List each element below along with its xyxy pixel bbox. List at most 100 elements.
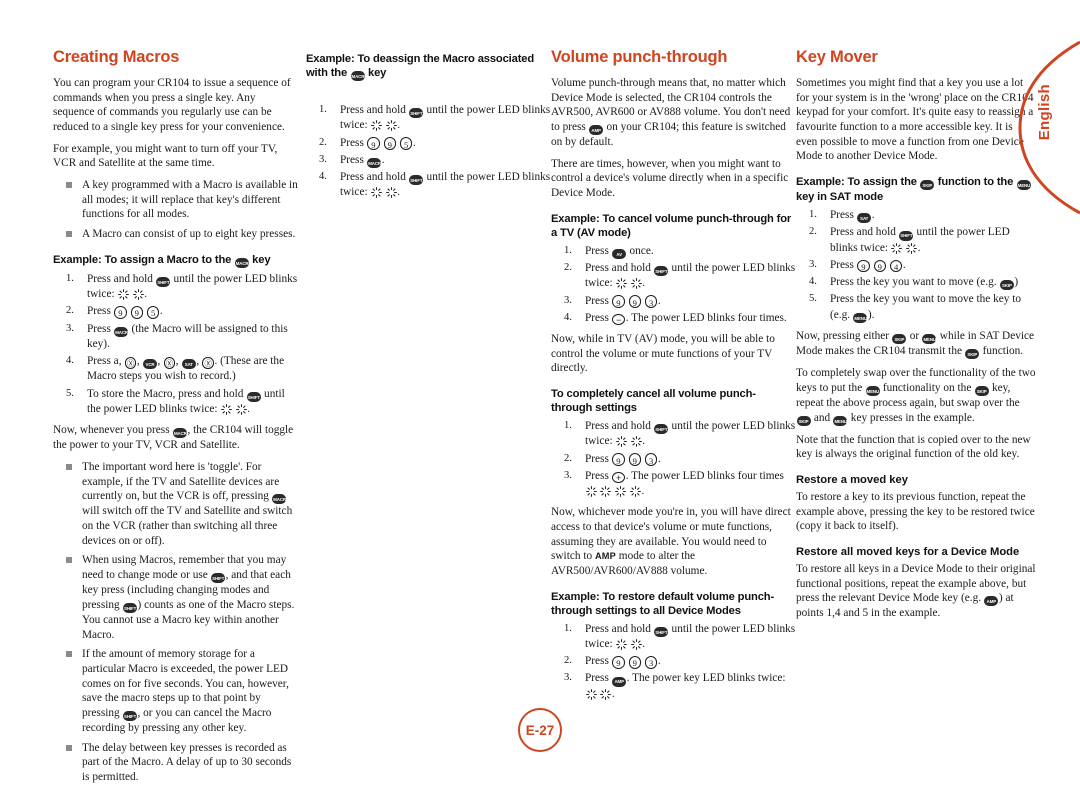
power-key-icon: Ⓧ <box>202 357 214 369</box>
list-item: Press 9 9 3. <box>564 654 661 669</box>
list-item: Press and hold SHIFT until the power LED… <box>66 272 298 301</box>
example-heading-suffix: key <box>252 253 271 266</box>
menu-key-icon: MENU <box>853 312 868 323</box>
digit-9-key-icon: 9 <box>130 306 144 319</box>
digit-9-key-icon: 9 <box>628 453 642 466</box>
list-item: Press 9 9 3. <box>564 452 661 467</box>
example-heading: Example: To restore default volume punch… <box>551 590 775 617</box>
led-blink-icon <box>600 688 612 700</box>
led-blink-icon <box>630 486 641 498</box>
list-item: Press a, Ⓧ, VCR, Ⓧ, SAT, Ⓧ. (These are t… <box>66 354 285 383</box>
list-item: Press 9 9 5. <box>319 136 416 151</box>
example-heading-text: Example: To assign the <box>796 176 917 189</box>
skip-key-icon: SKIP <box>796 415 811 426</box>
list-item: Press AV once. <box>551 244 796 259</box>
led-blink-icon <box>891 242 903 254</box>
list-item: The important word here is 'toggle'. For… <box>53 460 298 548</box>
paragraph: Now, whichever mode you're in, you will … <box>551 505 796 578</box>
amp-key-icon: AMP <box>589 125 604 136</box>
led-blink-icon <box>585 688 597 700</box>
digit-9-key-icon: 9 <box>628 656 642 669</box>
macro-key-icon: MACRO <box>234 257 252 268</box>
led-blink-icon <box>616 639 627 650</box>
example-heading: Example: To assign a Macro to the MACRO … <box>53 253 298 268</box>
vcr-key-icon: VCR <box>143 359 157 370</box>
column-volume-punch-through: Volume punch-through Volume punch-throug… <box>551 48 796 708</box>
list-item: Press 9 9 5. <box>66 304 163 319</box>
numbered-steps: Press and hold SHIFT until the power LED… <box>53 272 298 417</box>
plus-key-icon: + <box>612 472 626 484</box>
paragraph: Note that the function that is copied ov… <box>796 433 1031 461</box>
example-heading-text: key in SAT mode <box>796 191 884 204</box>
list-item: Press SAT. <box>796 208 1036 224</box>
list-item: A key programmed with a Macro is availab… <box>53 178 298 222</box>
example-heading-text: function to the <box>937 176 1014 189</box>
power-key-icon: Ⓧ <box>124 357 137 369</box>
language-tab-label: English <box>1036 84 1053 141</box>
digit-5-key-icon: 5 <box>399 137 413 150</box>
shift-key-icon: SHIFT <box>409 175 424 186</box>
led-blink-icon <box>616 436 627 448</box>
numbered-steps: Press SAT. Press and hold SHIFT until th… <box>796 208 1036 323</box>
list-item: When using Macros, remember that you may… <box>53 553 298 642</box>
led-blink-icon <box>616 278 627 290</box>
manual-page: Creating Macros You can program your CR1… <box>0 0 1080 783</box>
shift-key-icon: SHIFT <box>211 573 226 584</box>
digit-3-key-icon: 3 <box>644 295 658 308</box>
paragraph: For example, you might want to turn off … <box>53 142 278 170</box>
paragraph: Sometimes you might find that a key you … <box>796 77 1034 163</box>
paragraph: To completely swap over the functionalit… <box>796 366 1036 426</box>
paragraph: Now, while in TV (AV) mode, you will be … <box>551 333 775 375</box>
led-blink-icon <box>615 486 627 498</box>
led-blink-icon <box>371 120 382 132</box>
example-heading-suffix: key <box>368 67 387 79</box>
amp-mode-label: AMP <box>594 551 616 562</box>
shift-key-icon: SHIFT <box>156 276 171 287</box>
av-key-icon: AV <box>612 248 627 259</box>
skip-key-icon: SKIP <box>999 280 1014 291</box>
digit-9-key-icon: 9 <box>114 306 127 319</box>
subsection-heading: Restore a moved key <box>796 474 908 487</box>
section-title: Key Mover <box>796 48 878 66</box>
led-blink-icon <box>371 187 382 199</box>
digit-9-key-icon: 9 <box>612 656 625 669</box>
numbered-steps: Press and hold SHIFT until the power LED… <box>551 419 796 499</box>
list-item: Press and hold SHIFT until the power LED… <box>564 419 796 448</box>
paragraph: Now, pressing either SKIP or MENU while … <box>796 329 1036 360</box>
digit-9-key-icon: 9 <box>367 137 380 150</box>
digit-9-key-icon: 9 <box>873 259 887 273</box>
led-blink-icon <box>385 120 397 132</box>
amp-key-icon: AMP <box>612 676 627 687</box>
digit-5-key-icon: 5 <box>146 306 160 319</box>
power-key-icon: Ⓧ <box>163 357 176 369</box>
led-blink-icon <box>630 436 642 448</box>
example-heading: Example: To assign the SKIP function to … <box>796 175 1036 204</box>
digit-4-key-icon: 4 <box>889 259 903 273</box>
menu-key-icon: MENU <box>922 334 937 344</box>
paragraph: There are times, however, when you might… <box>551 157 789 200</box>
list-item: Press AMP. The power key LED blinks twic… <box>564 671 786 700</box>
macro-key-icon: MACRO <box>172 428 190 439</box>
list-item: Press MACRO. <box>306 153 551 168</box>
sat-key-icon: SAT <box>857 213 872 224</box>
paragraph: To restore all keys in a Device Mode to … <box>796 563 1036 620</box>
list-item: Press MACRO (the Macro will be assigned … <box>66 322 288 350</box>
page-title: Creating Macros <box>53 48 180 66</box>
menu-key-icon: MENU <box>833 415 848 426</box>
led-blink-icon <box>630 639 642 650</box>
shift-key-icon: SHIFT <box>654 626 669 637</box>
paragraph: Volume punch-through means that, no matt… <box>551 77 791 149</box>
example-heading: Example: To deassign the Macro associate… <box>306 52 551 82</box>
macro-key-icon: MACRO <box>272 494 289 505</box>
section-title: Volume punch-through <box>551 48 728 66</box>
example-heading: To completely cancel all volume punch-th… <box>551 388 756 415</box>
list-item: Press and hold SHIFT until the power LED… <box>809 225 1010 254</box>
column-key-mover: Key Mover Sometimes you might find that … <box>796 48 1036 628</box>
skip-key-icon: SKIP <box>974 385 989 396</box>
macro-key-icon: MACRO <box>350 71 368 82</box>
digit-9-key-icon: 9 <box>612 453 625 466</box>
led-blink-icon <box>585 486 597 498</box>
list-item: Press the key you want to move the key t… <box>796 292 1036 323</box>
led-blink-icon <box>385 187 397 199</box>
macro-key-icon: MACRO <box>114 326 131 337</box>
